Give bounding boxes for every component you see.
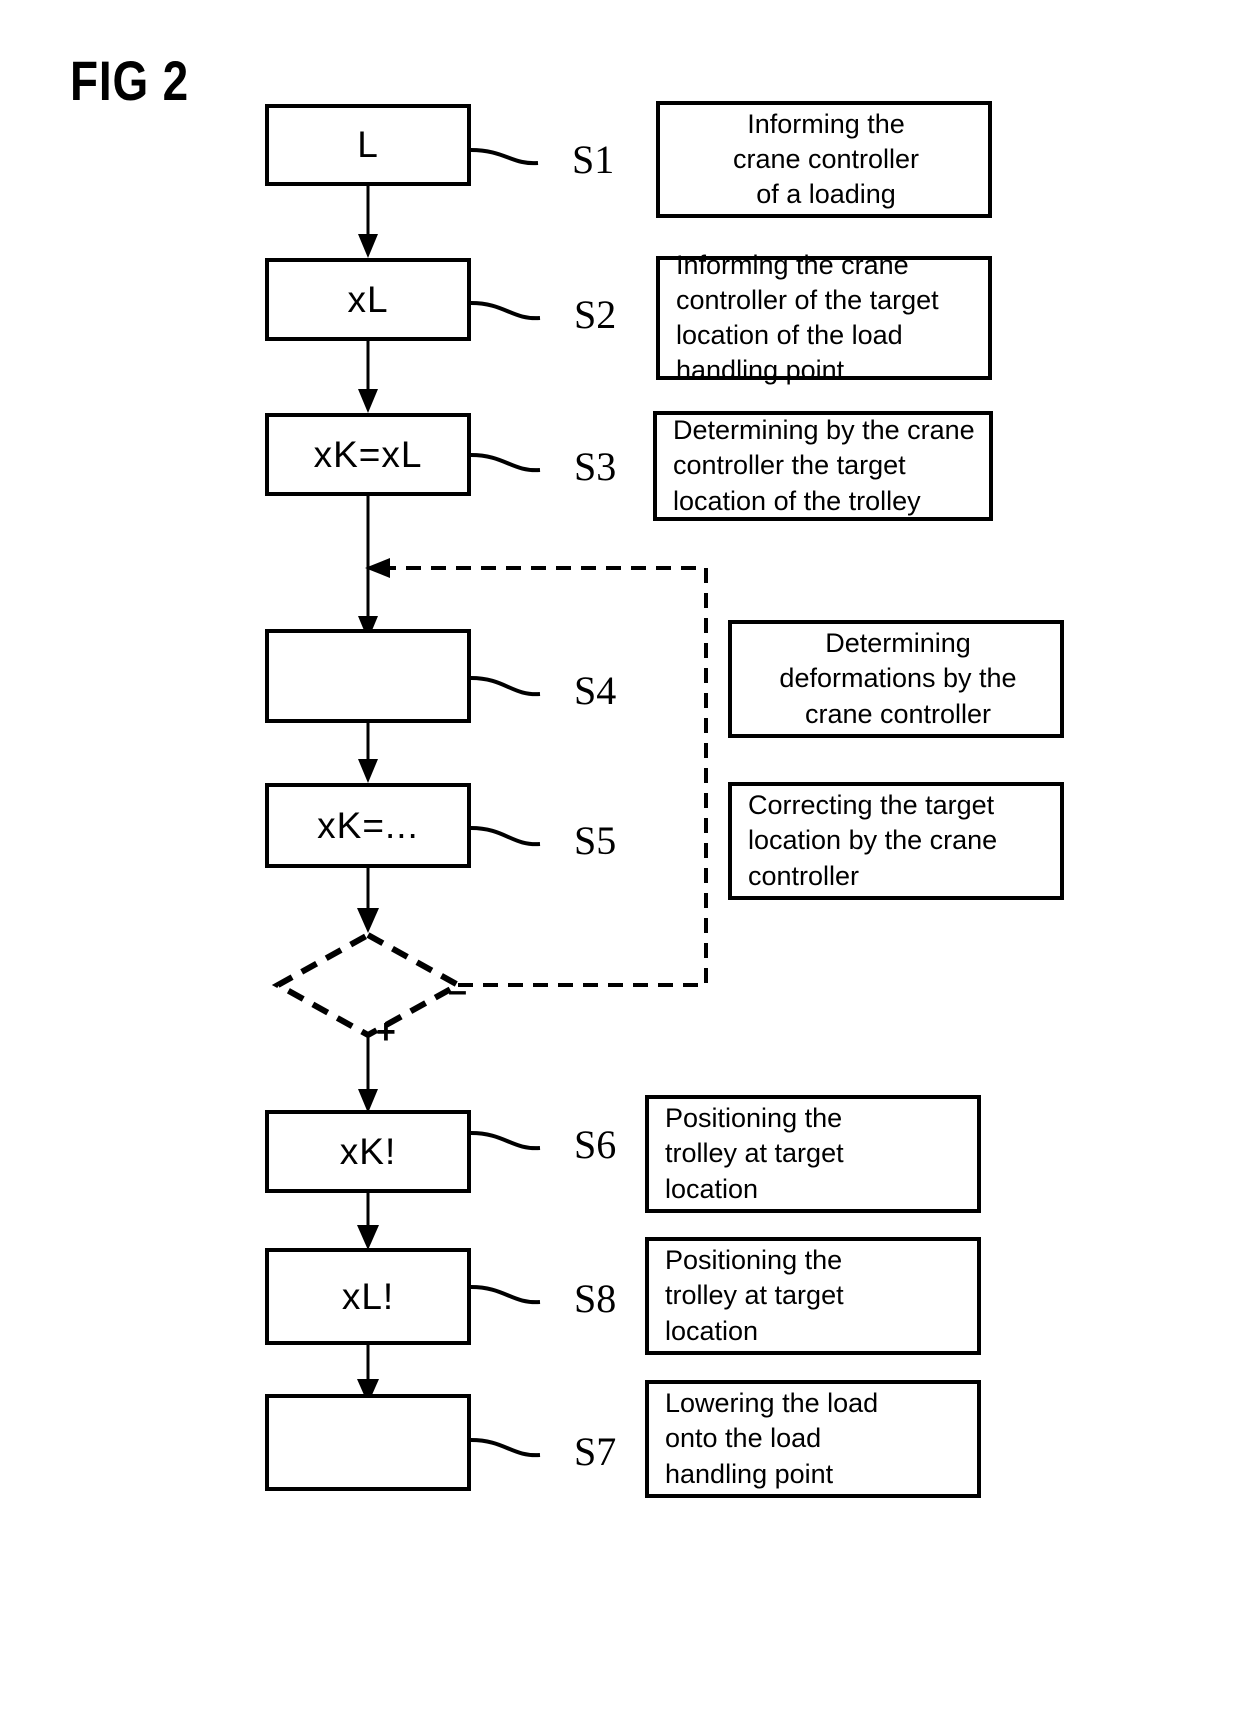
process-box-s6: xK! [265, 1110, 471, 1193]
description-line: trolley at target [665, 1280, 844, 1311]
description-line: Informing the crane [676, 249, 909, 280]
step-label-s3: S3 [574, 444, 617, 489]
step-label-s7: S7 [574, 1429, 617, 1474]
process-box-s7 [265, 1394, 471, 1491]
process-box-s3-text: xK=xL [313, 433, 423, 475]
process-box-s1-text: L [357, 124, 379, 165]
step-label-s2: S2 [574, 292, 617, 337]
description-box-s3: Determining by the crane controller the … [653, 411, 993, 521]
process-box-s3: xK=xL [265, 413, 471, 496]
description-line: of a loading [756, 179, 896, 210]
figure-label: FIG 2 [70, 49, 189, 112]
description-box-s2: Informing the crane controller of the ta… [656, 250, 992, 385]
description-box-s5: Correcting the target location by the cr… [728, 782, 1064, 900]
description-line: handling point [665, 1458, 834, 1489]
description-box-s6: Positioning the trolley at target locati… [645, 1095, 981, 1213]
process-box-s2-text: xL [347, 278, 389, 320]
description-line: Correcting the target [748, 790, 995, 821]
description-line: location [665, 1315, 759, 1346]
description-line: Lowering the load [665, 1388, 879, 1419]
step-label-s4: S4 [574, 668, 617, 713]
step-label-s1: S1 [572, 137, 615, 182]
description-line: Positioning the [665, 1103, 843, 1134]
description-line: deformations by the [779, 663, 1017, 694]
description-line: crane controller [732, 143, 920, 174]
description-line: location by the crane [748, 825, 998, 856]
description-line: location [665, 1173, 759, 1204]
step-label-s8: S8 [574, 1276, 617, 1321]
process-box-s8: xL! [265, 1248, 471, 1345]
process-box-s1: L [265, 104, 471, 186]
description-box-s7: Lowering the load onto the load handling… [645, 1380, 981, 1498]
description-box-s1: Informing the crane controller of a load… [656, 101, 992, 218]
process-box-s6-text: xK! [339, 1130, 397, 1172]
decision-false-label: – [448, 972, 467, 1010]
step-label-s5: S5 [574, 818, 617, 863]
step-label-s6: S6 [574, 1122, 617, 1167]
process-box-s2: xL [265, 258, 471, 341]
description-box-s8: Positioning the trolley at target locati… [645, 1237, 981, 1355]
description-line: handling point [676, 355, 845, 386]
process-box-s4 [265, 629, 471, 723]
process-box-s5-text: xK=... [317, 804, 419, 846]
description-line: controller the target [673, 450, 906, 481]
process-box-s8-text: xL! [341, 1275, 395, 1317]
description-line: location of the trolley [673, 485, 921, 516]
description-line: onto the load [665, 1423, 822, 1454]
decision-true-label: + [376, 1013, 396, 1051]
description-line: crane controller [804, 698, 992, 729]
description-line: Determining [825, 628, 971, 659]
description-line: Informing the [747, 108, 905, 139]
description-line: location of the load [676, 320, 903, 350]
description-line: trolley at target [665, 1138, 844, 1169]
description-line: controller of the target [676, 284, 939, 315]
description-line: Determining by the crane [673, 415, 975, 446]
patent-figure-sheet: FIG 2 L xL xK=xL xK=... xK! xL! S1 S2 S3… [0, 0, 1240, 1728]
description-box-s4: Determining deformations by the crane co… [728, 620, 1064, 738]
description-line: controller [748, 860, 860, 891]
process-box-s5: xK=... [265, 783, 471, 868]
description-line: Positioning the [665, 1245, 843, 1276]
